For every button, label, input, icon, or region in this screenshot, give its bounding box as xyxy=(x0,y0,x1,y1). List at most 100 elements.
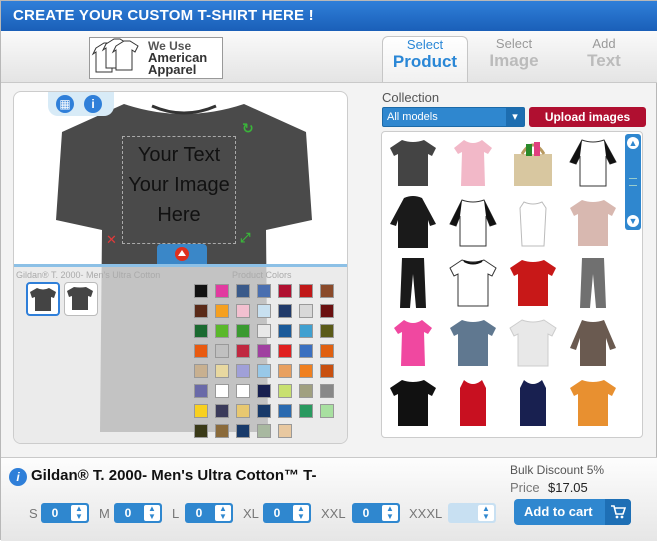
stepper-icon[interactable]: ▲ ▼ xyxy=(293,505,309,521)
color-swatch[interactable] xyxy=(215,324,229,338)
product-thumb[interactable] xyxy=(384,134,442,192)
color-swatch[interactable] xyxy=(236,304,250,318)
print-area[interactable]: Your Text Your Image Here xyxy=(122,136,236,244)
color-swatch[interactable] xyxy=(278,404,292,418)
add-to-cart-button[interactable]: Add to cart xyxy=(514,499,631,525)
stepper-icon[interactable]: ▲ ▼ xyxy=(215,505,231,521)
color-swatch[interactable] xyxy=(278,424,292,438)
color-swatch[interactable] xyxy=(299,384,313,398)
product-thumb[interactable] xyxy=(564,194,622,252)
toggle-panel-button[interactable] xyxy=(157,244,207,264)
product-thumb[interactable] xyxy=(564,254,622,312)
color-swatch[interactable] xyxy=(257,404,271,418)
color-swatch[interactable] xyxy=(236,344,250,358)
color-swatch[interactable] xyxy=(236,404,250,418)
color-swatch[interactable] xyxy=(320,304,334,318)
product-thumb[interactable] xyxy=(444,134,502,192)
product-thumb[interactable] xyxy=(504,254,562,312)
step-select-image[interactable]: Select Image xyxy=(471,36,557,82)
size-stepper-m[interactable]: 0 ▲ ▼ xyxy=(114,503,162,523)
color-swatch[interactable] xyxy=(215,384,229,398)
resize-icon[interactable]: ⤢ xyxy=(240,230,250,246)
color-swatch[interactable] xyxy=(257,384,271,398)
stepper-icon[interactable]: ▲ ▼ xyxy=(382,505,398,521)
product-info-icon[interactable]: i xyxy=(9,468,27,486)
color-swatch[interactable] xyxy=(278,384,292,398)
color-swatch[interactable] xyxy=(194,384,208,398)
color-swatch[interactable] xyxy=(215,424,229,438)
color-swatch[interactable] xyxy=(257,324,271,338)
upload-images-button[interactable]: Upload images xyxy=(529,107,646,127)
color-swatch[interactable] xyxy=(215,304,229,318)
color-swatch[interactable] xyxy=(320,404,334,418)
scroll-down-icon[interactable]: ▼ xyxy=(627,215,639,227)
scroll-grip[interactable] xyxy=(629,178,637,186)
product-thumb[interactable] xyxy=(564,134,622,192)
stepper-icon[interactable]: ▲ ▼ xyxy=(71,505,87,521)
color-swatch[interactable] xyxy=(320,364,334,378)
product-thumb[interactable] xyxy=(384,254,442,312)
color-swatch[interactable] xyxy=(194,324,208,338)
color-swatch[interactable] xyxy=(257,284,271,298)
color-swatch[interactable] xyxy=(299,364,313,378)
color-swatch[interactable] xyxy=(194,364,208,378)
color-swatch[interactable] xyxy=(215,344,229,358)
color-swatch[interactable] xyxy=(194,304,208,318)
grid-scrollbar[interactable]: ▲ ▼ xyxy=(625,134,641,230)
product-thumb[interactable] xyxy=(384,374,442,432)
color-swatch[interactable] xyxy=(194,284,208,298)
back-view-thumb[interactable] xyxy=(64,282,98,316)
color-swatch[interactable] xyxy=(236,424,250,438)
color-swatch[interactable] xyxy=(278,344,292,358)
size-stepper-l[interactable]: 0 ▲ ▼ xyxy=(185,503,233,523)
color-swatch[interactable] xyxy=(257,424,271,438)
color-swatch[interactable] xyxy=(257,344,271,358)
color-swatch[interactable] xyxy=(299,284,313,298)
color-swatch[interactable] xyxy=(278,304,292,318)
product-thumb[interactable] xyxy=(504,374,562,432)
color-swatch[interactable] xyxy=(320,324,334,338)
front-view-thumb[interactable] xyxy=(26,282,60,316)
product-thumb[interactable] xyxy=(504,194,562,252)
color-swatch[interactable] xyxy=(278,284,292,298)
product-thumb[interactable] xyxy=(564,374,622,432)
product-thumb[interactable] xyxy=(384,194,442,252)
collection-select[interactable]: All models xyxy=(382,107,525,127)
color-swatch[interactable] xyxy=(236,284,250,298)
product-thumb[interactable] xyxy=(384,314,442,372)
color-swatch[interactable] xyxy=(257,304,271,318)
color-swatch[interactable] xyxy=(257,364,271,378)
delete-icon[interactable]: ✕ xyxy=(106,232,117,248)
grid-icon[interactable]: ▦ xyxy=(56,95,74,113)
color-swatch[interactable] xyxy=(236,384,250,398)
scroll-up-icon[interactable]: ▲ xyxy=(627,137,639,149)
color-swatch[interactable] xyxy=(299,404,313,418)
size-stepper-xxl[interactable]: 0 ▲ ▼ xyxy=(352,503,400,523)
color-swatch[interactable] xyxy=(299,324,313,338)
color-swatch[interactable] xyxy=(215,404,229,418)
product-thumb[interactable] xyxy=(504,314,562,372)
color-swatch[interactable] xyxy=(278,364,292,378)
color-swatch[interactable] xyxy=(320,384,334,398)
step-add-text[interactable]: Add Text xyxy=(561,36,647,82)
color-swatch[interactable] xyxy=(299,344,313,358)
product-thumb[interactable] xyxy=(564,314,622,372)
color-swatch[interactable] xyxy=(194,424,208,438)
stepper-icon[interactable]: ▲ ▼ xyxy=(144,505,160,521)
product-thumb[interactable] xyxy=(504,134,562,192)
color-swatch[interactable] xyxy=(278,324,292,338)
color-swatch[interactable] xyxy=(236,324,250,338)
color-swatch[interactable] xyxy=(236,364,250,378)
color-swatch[interactable] xyxy=(320,284,334,298)
color-swatch[interactable] xyxy=(194,404,208,418)
rotate-icon[interactable]: ↻ xyxy=(242,120,256,136)
color-swatch[interactable] xyxy=(215,284,229,298)
size-stepper-xl[interactable]: 0 ▲ ▼ xyxy=(263,503,311,523)
color-swatch[interactable] xyxy=(299,304,313,318)
product-thumb[interactable] xyxy=(444,254,502,312)
info-icon[interactable]: i xyxy=(84,95,102,113)
product-thumb[interactable] xyxy=(444,194,502,252)
color-swatch[interactable] xyxy=(320,344,334,358)
product-thumb[interactable] xyxy=(444,314,502,372)
step-select-product[interactable]: Select Product xyxy=(382,36,468,82)
